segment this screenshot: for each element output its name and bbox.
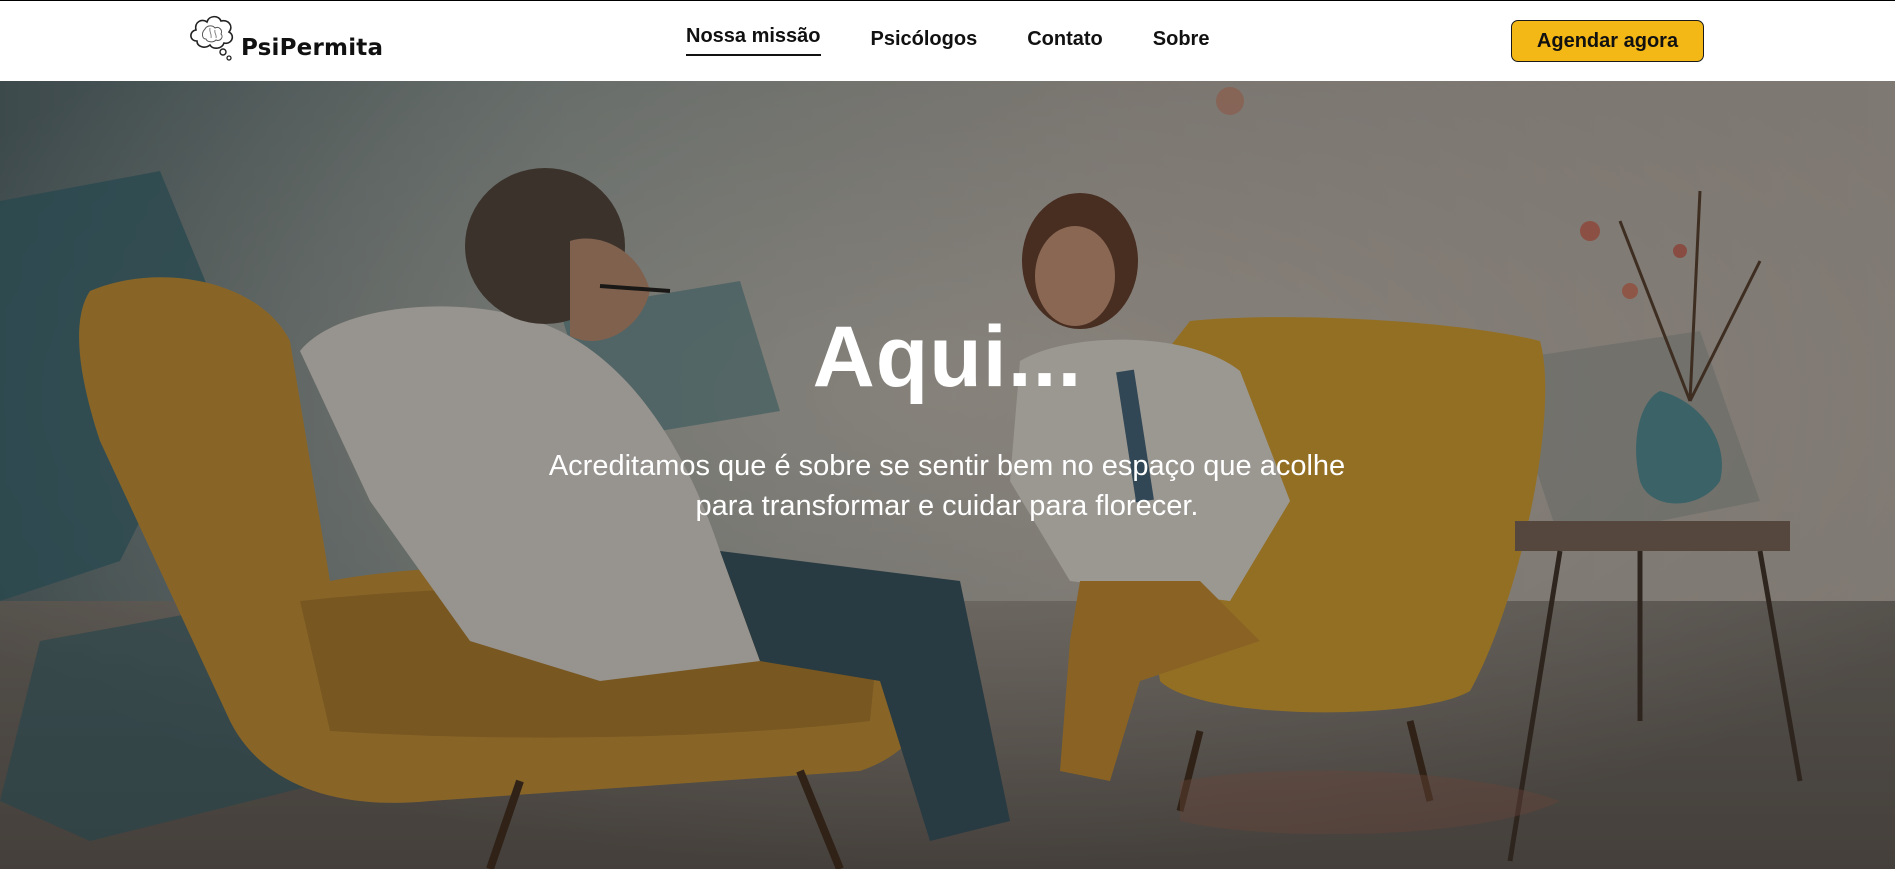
nav-link-nossa-missao[interactable]: Nossa missão xyxy=(686,21,821,56)
schedule-now-button[interactable]: Agendar agora xyxy=(1511,20,1704,62)
nav-link-psicologos[interactable]: Psicólogos xyxy=(871,24,978,59)
hero-subtitle-line: Acreditamos que é sobre se sentir bem no… xyxy=(548,450,1346,482)
hero-subtitle: Acreditamos que é sobre se sentir bem no… xyxy=(497,446,1397,526)
hero-subtitle-line: para transformar e cuidar para florecer. xyxy=(695,490,1199,522)
main-navigation: Nossa missão Psicólogos Contato Sobre xyxy=(686,1,1209,81)
hero-title: Aqui... xyxy=(812,309,1083,405)
brain-cloud-icon xyxy=(190,15,234,61)
brand-name: PsiPermita xyxy=(241,35,384,61)
hero-section: Aqui... Acreditamos que é sobre se senti… xyxy=(0,81,1895,869)
site-header: PsiPermita Nossa missão Psicólogos Conta… xyxy=(0,1,1895,81)
nav-link-sobre[interactable]: Sobre xyxy=(1153,24,1210,59)
brand-logo[interactable]: PsiPermita xyxy=(187,9,383,65)
nav-link-contato[interactable]: Contato xyxy=(1027,24,1103,59)
